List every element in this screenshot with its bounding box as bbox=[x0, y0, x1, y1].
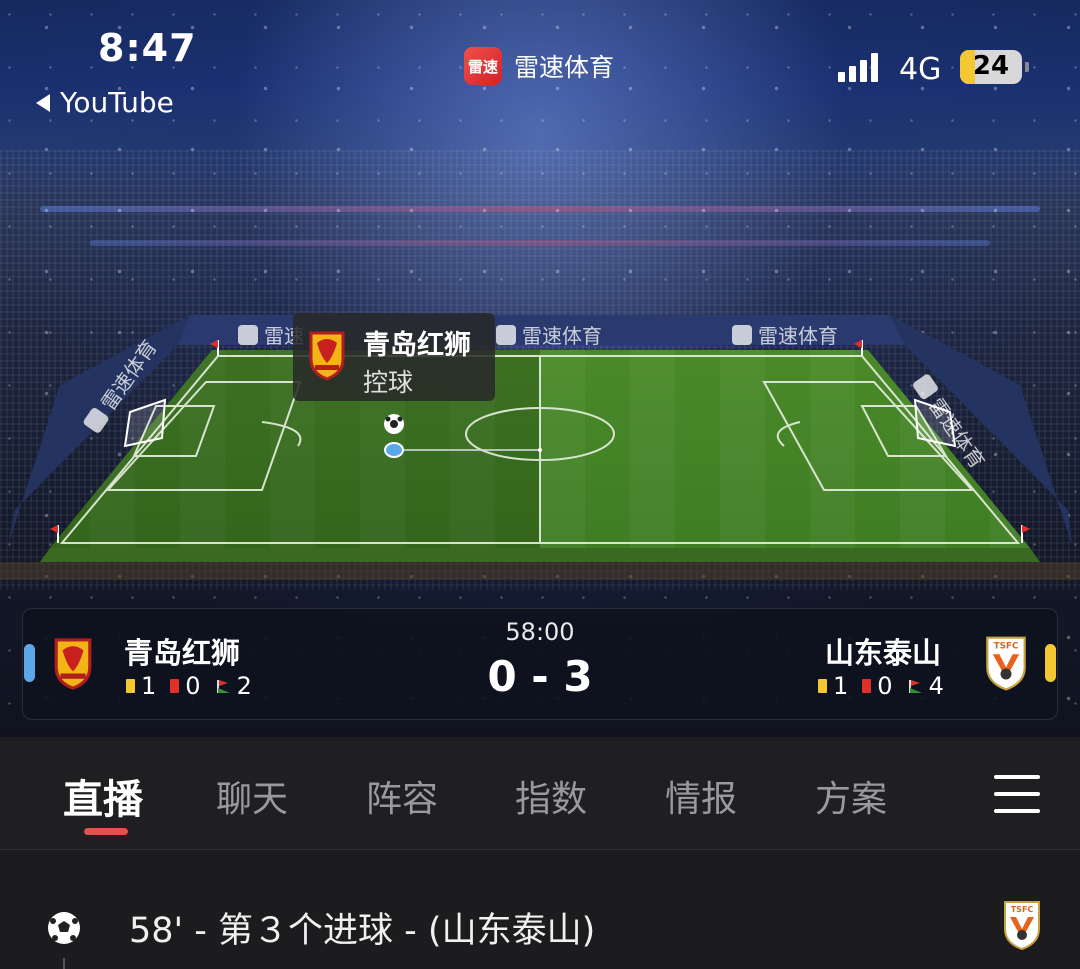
app-brand: 雷速 雷速体育 bbox=[464, 47, 614, 85]
yellow-card-icon bbox=[818, 679, 827, 693]
svg-text:TSFC: TSFC bbox=[1011, 905, 1034, 914]
away-team-stats: 1 0 4 bbox=[818, 672, 944, 700]
possession-state: 控球 bbox=[363, 368, 414, 397]
qingdao-red-lions-crest-icon bbox=[309, 331, 345, 381]
tab-chat[interactable]: 聊天 bbox=[216, 770, 288, 822]
tab-odds[interactable]: 指数 bbox=[515, 770, 587, 822]
away-team-crest-icon: TSFC bbox=[1004, 901, 1040, 951]
football-icon bbox=[48, 912, 80, 944]
ad-board-label: 雷速体育 bbox=[732, 320, 838, 349]
event-description[interactable]: 58' - 第３个进球 - (山东泰山) bbox=[129, 902, 595, 953]
back-arrow-icon bbox=[36, 93, 50, 112]
away-red-count: 0 bbox=[877, 672, 893, 700]
status-time: 8:47 bbox=[98, 26, 197, 70]
app-name: 雷速体育 bbox=[514, 53, 615, 82]
menu-icon[interactable] bbox=[994, 775, 1040, 813]
svg-text:TSFC: TSFC bbox=[994, 642, 1019, 652]
app-logo-icon: 雷速 bbox=[464, 47, 502, 85]
corner-flag-icon bbox=[908, 680, 922, 693]
possession-team-name: 青岛红狮 bbox=[363, 330, 471, 361]
ad-board-label: 雷速体育 bbox=[496, 320, 602, 349]
tab-live[interactable]: 直播 bbox=[63, 767, 143, 825]
back-to-app-button[interactable]: YouTube bbox=[36, 86, 174, 119]
battery-percent: 24 bbox=[972, 51, 1010, 81]
tab-lineup[interactable]: 阵容 bbox=[366, 770, 438, 822]
battery-icon: 24 bbox=[960, 50, 1022, 84]
away-team-crest-icon[interactable]: TSFC bbox=[984, 634, 1028, 692]
away-corner-count: 4 bbox=[928, 672, 944, 700]
battery-cap bbox=[1025, 62, 1029, 72]
timeline-connector bbox=[63, 958, 65, 969]
network-type: 4G bbox=[899, 52, 942, 87]
possession-tooltip: 青岛红狮 控球 bbox=[293, 313, 495, 401]
tab-intel[interactable]: 情报 bbox=[665, 770, 737, 822]
away-team-name[interactable]: 山东泰山 bbox=[825, 630, 941, 672]
tab-plans[interactable]: 方案 bbox=[815, 770, 887, 822]
active-tab-indicator bbox=[84, 828, 128, 835]
signal-strength-icon bbox=[838, 52, 878, 82]
red-card-icon bbox=[862, 679, 872, 693]
back-app-label: YouTube bbox=[60, 86, 174, 119]
away-yellow-count: 1 bbox=[833, 672, 849, 700]
